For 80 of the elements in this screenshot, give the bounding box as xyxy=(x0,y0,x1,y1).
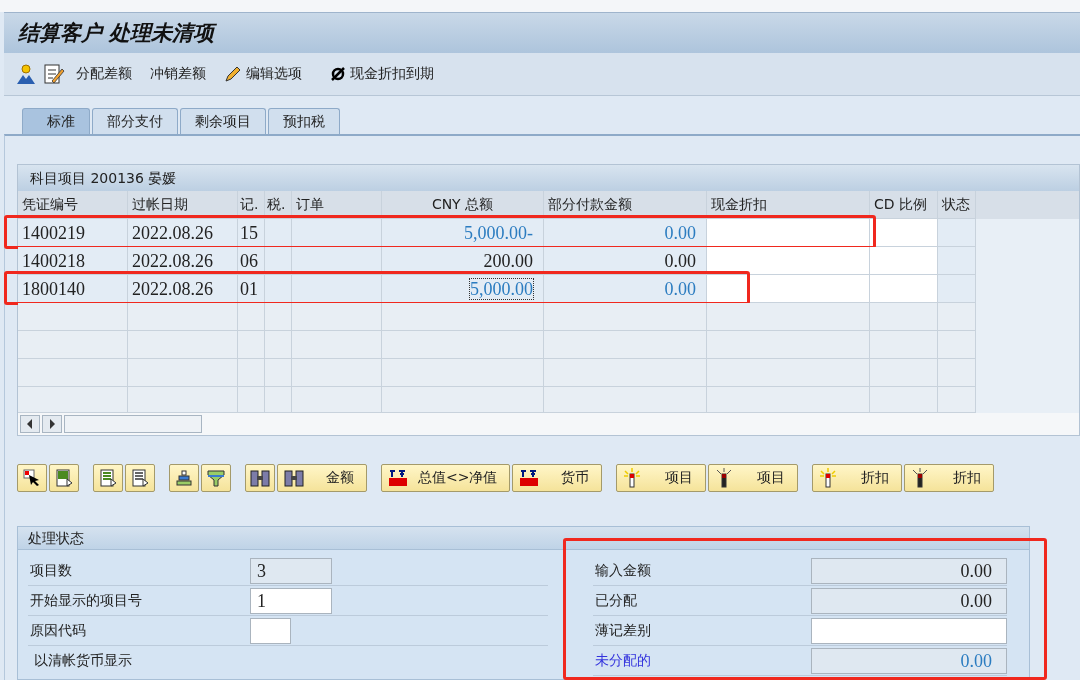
input-field[interactable] xyxy=(707,275,870,303)
table-cell xyxy=(938,275,976,303)
table-cell xyxy=(265,219,292,247)
lamp-icon xyxy=(911,468,930,488)
input-field[interactable] xyxy=(870,275,938,303)
table-cell xyxy=(938,219,976,247)
tab[interactable]: 标准 xyxy=(22,108,90,134)
table-cell: 5,000.00- xyxy=(382,219,544,247)
field-label: 原因代码 xyxy=(29,621,87,640)
toolbar-button[interactable]: 冲销差额 xyxy=(144,65,214,83)
table-cell xyxy=(265,275,292,303)
pencil-icon xyxy=(224,65,242,83)
field-label: 开始显示的项目号 xyxy=(29,591,143,610)
crossed-circle-icon xyxy=(330,66,346,82)
filter-icon xyxy=(207,469,225,487)
field-label: 薄记差别 xyxy=(594,621,652,640)
table-cell: 2022.08.26 xyxy=(128,275,238,303)
input-field: 0.00 xyxy=(811,587,1007,614)
table-cell: 2022.08.26 xyxy=(128,219,238,247)
tab[interactable]: 剩余项目 xyxy=(180,108,266,134)
binoculars-icon xyxy=(284,469,304,487)
scroll-right-button[interactable] xyxy=(42,415,62,433)
toolbar-button[interactable]: 现金折扣到期 xyxy=(324,65,442,83)
input-field: 0.00 xyxy=(811,647,1007,674)
table-cell: 1800140 xyxy=(18,275,128,303)
toolbar-button[interactable]: 金额 xyxy=(277,464,367,492)
input-field[interactable] xyxy=(707,219,870,247)
layout-icon xyxy=(99,469,117,487)
table-cell: 15 xyxy=(238,219,265,247)
person-icon[interactable] xyxy=(14,63,38,85)
input-field: 0.00 xyxy=(811,557,1007,584)
table-cell: 0.00 xyxy=(544,275,707,303)
lamp-icon xyxy=(715,468,734,488)
right-triangle-icon xyxy=(48,419,56,429)
field-label: 未分配的 xyxy=(594,651,652,670)
window-title: 结算客户 处理未清项 xyxy=(18,19,215,47)
toolbar-button[interactable]: 总值<>净值 xyxy=(381,464,511,492)
toolbar-button[interactable]: 折扣 xyxy=(812,464,903,492)
toolbar-button[interactable]: 货币 xyxy=(512,464,603,492)
currency-icon xyxy=(519,469,540,487)
input-field: 3 xyxy=(250,557,332,584)
sort-icon xyxy=(175,469,193,487)
input-field[interactable] xyxy=(870,219,938,247)
input-field[interactable]: 1 xyxy=(250,587,332,614)
table-cell: 0.00 xyxy=(544,219,707,247)
toolbar-button[interactable]: 项目 xyxy=(616,464,707,492)
toolbar-button[interactable]: 折扣 xyxy=(904,464,995,492)
field-label: 已分配 xyxy=(594,591,638,610)
input-field[interactable] xyxy=(707,247,870,275)
toolbar-button[interactable] xyxy=(169,464,199,492)
scroll-thumb[interactable] xyxy=(64,415,202,433)
toolbar-button[interactable]: 分配差额 xyxy=(70,65,140,83)
field-label: 以清帐货币显示 xyxy=(33,651,133,670)
layout-icon xyxy=(131,469,149,487)
toolbar-button[interactable] xyxy=(245,464,275,492)
cursor-icon xyxy=(23,469,41,487)
toolbar-button[interactable]: 编辑选项 xyxy=(218,65,310,83)
scroll-left-button[interactable] xyxy=(20,415,40,433)
table-cell: 5,000.00 xyxy=(382,275,544,303)
binoculars-icon xyxy=(250,469,270,487)
field-label: 输入金额 xyxy=(594,561,652,580)
table-cell xyxy=(938,247,976,275)
lamp-icon xyxy=(623,468,642,488)
field-label: 项目数 xyxy=(29,561,73,580)
table-cell: 1400219 xyxy=(18,219,128,247)
tab[interactable]: 部分支付 xyxy=(92,108,178,134)
edit-icon[interactable] xyxy=(42,63,66,85)
panel-header: 处理状态 xyxy=(18,527,1029,550)
toolbar-button[interactable] xyxy=(17,464,47,492)
currency-icon xyxy=(388,469,408,487)
tab[interactable]: 预扣税 xyxy=(268,108,340,134)
toolbar-button[interactable]: 项目 xyxy=(708,464,799,492)
lamp-icon xyxy=(819,468,838,488)
input-field[interactable] xyxy=(870,247,938,275)
input-field[interactable] xyxy=(250,617,291,644)
table-title: 科目项目 200136 晏媛 xyxy=(18,165,1079,191)
layout-icon xyxy=(55,469,73,487)
table-cell: 01 xyxy=(238,275,265,303)
left-triangle-icon xyxy=(26,419,34,429)
input-field[interactable] xyxy=(811,617,1007,644)
